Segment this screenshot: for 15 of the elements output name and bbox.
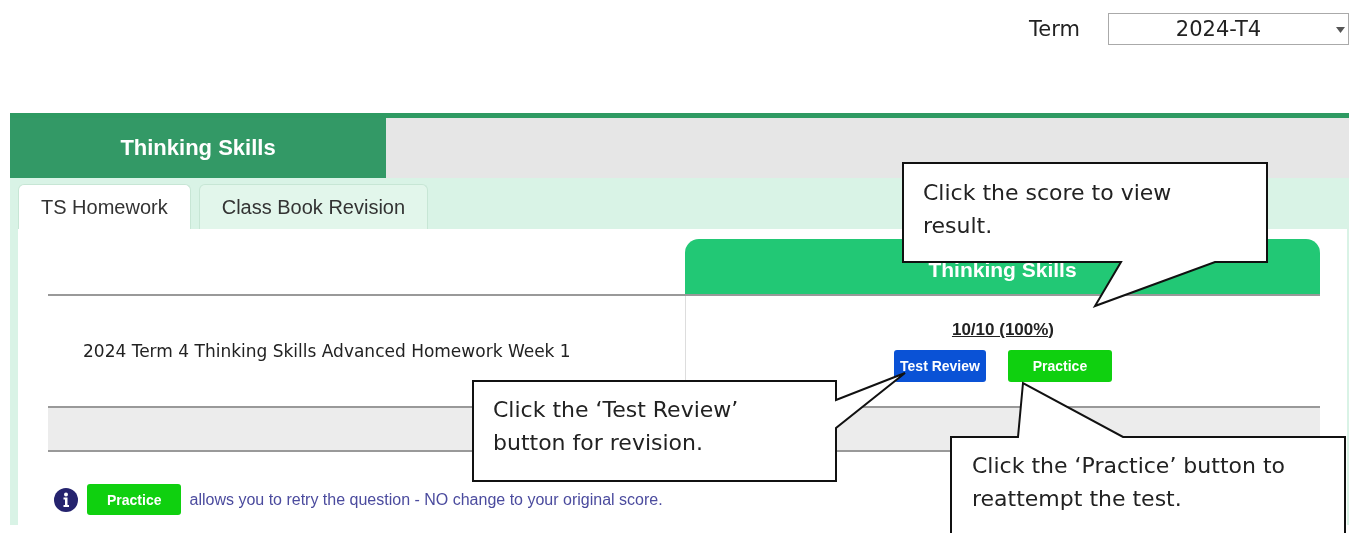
callout-text: Click the ‘Test Review’ button for revision. — [493, 396, 740, 457]
practice-badge: Practice — [87, 484, 182, 515]
term-label: Term — [1029, 17, 1080, 41]
subtab[interactable]: TS Homework — [18, 184, 191, 229]
caret-icon — [1336, 27, 1345, 33]
callout-text: Click the score to view result. — [923, 179, 1173, 240]
subject-tab[interactable]: Thinking Skills — [10, 118, 386, 178]
subtab[interactable]: Class Book Revision — [198, 184, 429, 229]
score-link[interactable]: 10/10 (100%) — [951, 320, 1055, 340]
term-select[interactable]: 2024-T4 — [1108, 13, 1349, 45]
note-text: allows you to retry the question - NO change to your original score. — [189, 490, 663, 509]
homework-name: 2024 Term 4 Thinking Skills Advanced Homework Week 1 — [82, 340, 572, 363]
info-icon — [53, 486, 79, 513]
review-button[interactable]: Test Review — [894, 350, 986, 382]
callout-text: Click the ‘Practice’ button to reattempt the test. — [972, 452, 1286, 513]
